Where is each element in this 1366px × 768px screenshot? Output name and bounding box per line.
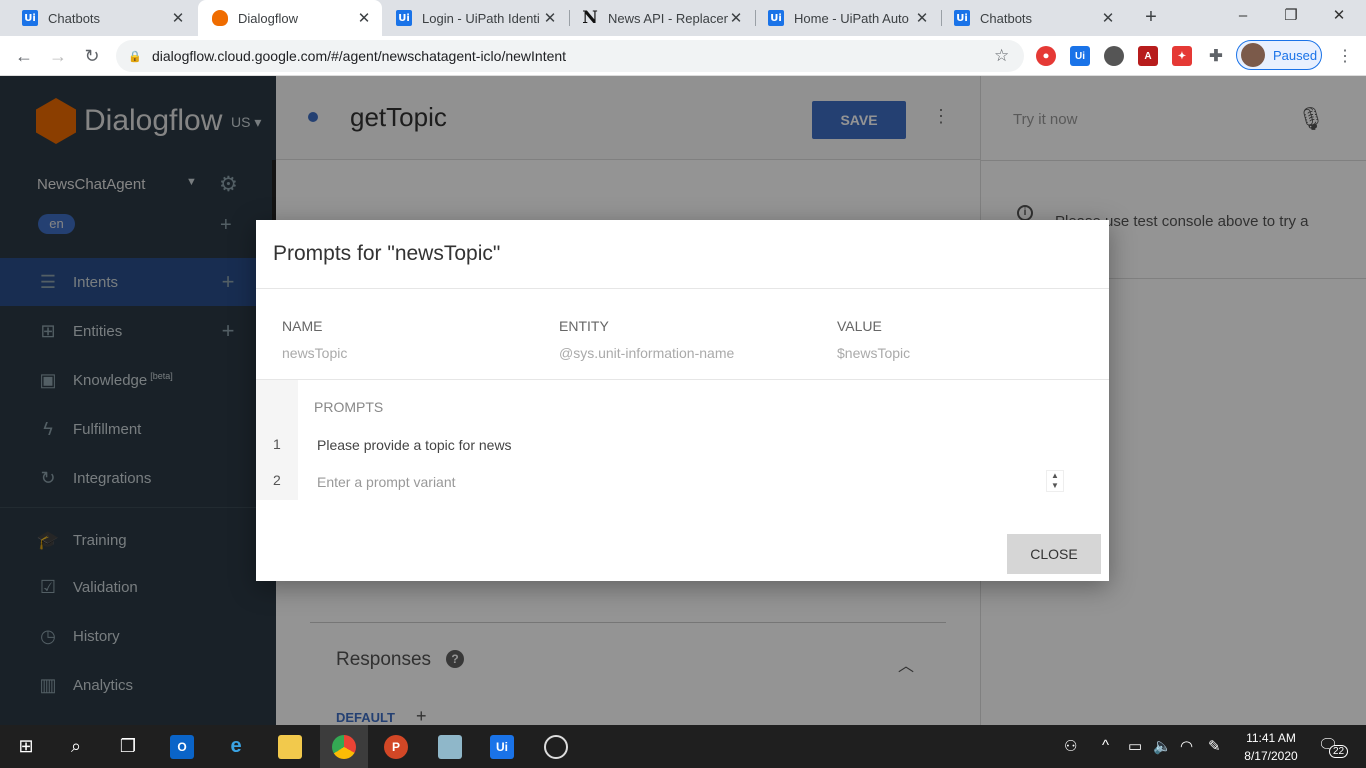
start-button[interactable]: ⊞ [2,725,50,768]
bookmark-star-icon[interactable]: ☆ [994,46,1024,66]
uipath-extension-icon[interactable]: Ui [1070,46,1090,66]
notes-logo [438,734,462,759]
uipath-icon: Ui [396,10,412,26]
browser-tab[interactable]: Ui Chatbots ✕ [8,0,196,36]
close-tab-icon[interactable]: ✕ [1100,9,1116,27]
browser-toolbar: ← → ↻ 🔒 dialogflow.cloud.google.com/#/ag… [0,36,1366,76]
chevron-up-icon[interactable]: ^ [1102,737,1109,754]
back-button[interactable]: ← [12,44,36,68]
obs-logo [544,734,568,759]
notion-icon: N [582,8,598,28]
wifi-icon[interactable]: ◠ [1180,737,1193,755]
extension-icon[interactable]: ⏺ [1036,46,1056,66]
chrome-logo [332,734,356,759]
column-header-entity: ENTITY [559,318,609,334]
close-window-button[interactable]: ✕ [1316,0,1362,32]
uipath-icon: Ui [768,10,784,26]
prompts-dialog: Prompts for "newsTopic" NAME ENTITY VALU… [256,220,1109,581]
edge-icon[interactable]: e [212,725,260,768]
windows-taskbar: ⊞ ⌕ ❐ O e P Ui ⚇ ^ ▭ 🔈 ◠ ✎ 11:41 AM 8/17… [0,725,1366,768]
uipath-icon: Ui [22,10,38,26]
uipath-icon: Ui [954,10,970,26]
profile-button[interactable]: Paused [1236,40,1322,70]
browser-tab[interactable]: Ui Chatbots ✕ [940,0,1126,36]
dialogflow-icon [212,10,228,26]
browser-tab[interactable]: N News API - Replacem ✕ [568,0,754,36]
close-tab-icon[interactable]: ✕ [914,9,930,27]
close-button[interactable]: CLOSE [1007,534,1101,574]
close-tab-icon[interactable]: ✕ [356,9,372,27]
close-tab-icon[interactable]: ✕ [542,9,558,27]
prompt-number: 1 [273,436,281,452]
pen-icon[interactable]: ✎ [1208,737,1221,755]
prompts-heading: PROMPTS [314,399,384,415]
tab-title: Chatbots [980,10,1033,26]
prompt-text[interactable]: Please provide a topic for news [317,437,512,453]
puzzle-icon[interactable]: ✚ [1206,46,1226,66]
param-name: newsTopic [282,345,348,361]
tab-title: Home - UiPath Auto [794,10,909,26]
browser-tab[interactable]: Ui Home - UiPath Auto ✕ [754,0,940,36]
column-header-value: VALUE [837,318,882,334]
battery-icon[interactable]: ▭ [1128,737,1142,755]
extension-icon[interactable] [1104,46,1124,66]
powerpoint-logo: P [384,734,408,759]
tab-title: Chatbots [48,10,101,26]
minimize-button[interactable]: – [1220,0,1266,32]
browser-tab-active[interactable]: Dialogflow ✕ [198,0,382,36]
url-text: dialogflow.cloud.google.com/#/agent/news… [152,48,567,64]
avatar [1241,43,1265,67]
notification-count: 22 [1329,745,1349,758]
uipath-studio-icon[interactable]: Ui [478,725,526,768]
tab-title: Dialogflow [238,10,298,26]
acrobat-extension-icon[interactable]: A [1138,46,1158,66]
system-clock[interactable]: 11:41 AM 8/17/2020 [1237,729,1305,765]
address-bar[interactable]: 🔒 dialogflow.cloud.google.com/#/agent/ne… [116,40,1024,72]
new-tab-button[interactable]: + [1140,6,1162,28]
obs-icon[interactable] [532,725,580,768]
people-icon[interactable]: ⚇ [1064,737,1077,755]
reload-button[interactable]: ↻ [80,44,104,68]
notification-center-icon[interactable]: 🗨 22 [1318,735,1349,759]
extension-icon[interactable]: ✦ [1172,46,1192,66]
divider [256,288,1109,289]
volume-icon[interactable]: 🔈 [1153,737,1172,755]
divider [256,379,1109,380]
tab-title: Login - UiPath Identi [422,10,540,26]
browser-tab[interactable]: Ui Login - UiPath Identi ✕ [382,0,568,36]
uipath-logo: Ui [490,734,514,759]
task-view-icon[interactable]: ❐ [104,725,152,768]
prompt-variant-input[interactable]: Enter a prompt variant [317,474,456,490]
resize-stepper-icon[interactable]: ▲ ▼ [1046,470,1064,492]
clock-time: 11:41 AM [1246,731,1296,745]
chrome-icon[interactable] [320,725,368,768]
tab-title: News API - Replacem [608,10,728,26]
restore-button[interactable]: ❐ [1268,0,1314,32]
browser-tabstrip: Ui Chatbots ✕ Dialogflow ✕ Ui Login - Ui… [0,0,1366,36]
prompt-number: 2 [273,472,281,488]
lock-icon: 🔒 [128,50,142,63]
forward-button[interactable]: → [46,44,70,68]
browser-menu-icon[interactable]: ⋮ [1336,46,1354,66]
profile-status: Paused [1273,47,1318,63]
close-tab-icon[interactable]: ✕ [170,9,186,27]
notes-icon[interactable] [426,725,474,768]
search-icon[interactable]: ⌕ [52,725,100,768]
dialog-title: Prompts for "newsTopic" [273,242,501,265]
close-tab-icon[interactable]: ✕ [728,9,744,27]
file-explorer-icon[interactable] [266,725,314,768]
outlook-icon[interactable]: O [158,725,206,768]
param-entity: @sys.unit-information-name [559,345,735,361]
powerpoint-icon[interactable]: P [372,725,420,768]
param-value: $newsTopic [837,345,911,361]
folder-logo [278,734,302,759]
edge-logo: e [230,735,242,757]
clock-date: 8/17/2020 [1244,749,1298,763]
column-header-name: NAME [282,318,323,334]
outlook-logo: O [170,734,194,759]
